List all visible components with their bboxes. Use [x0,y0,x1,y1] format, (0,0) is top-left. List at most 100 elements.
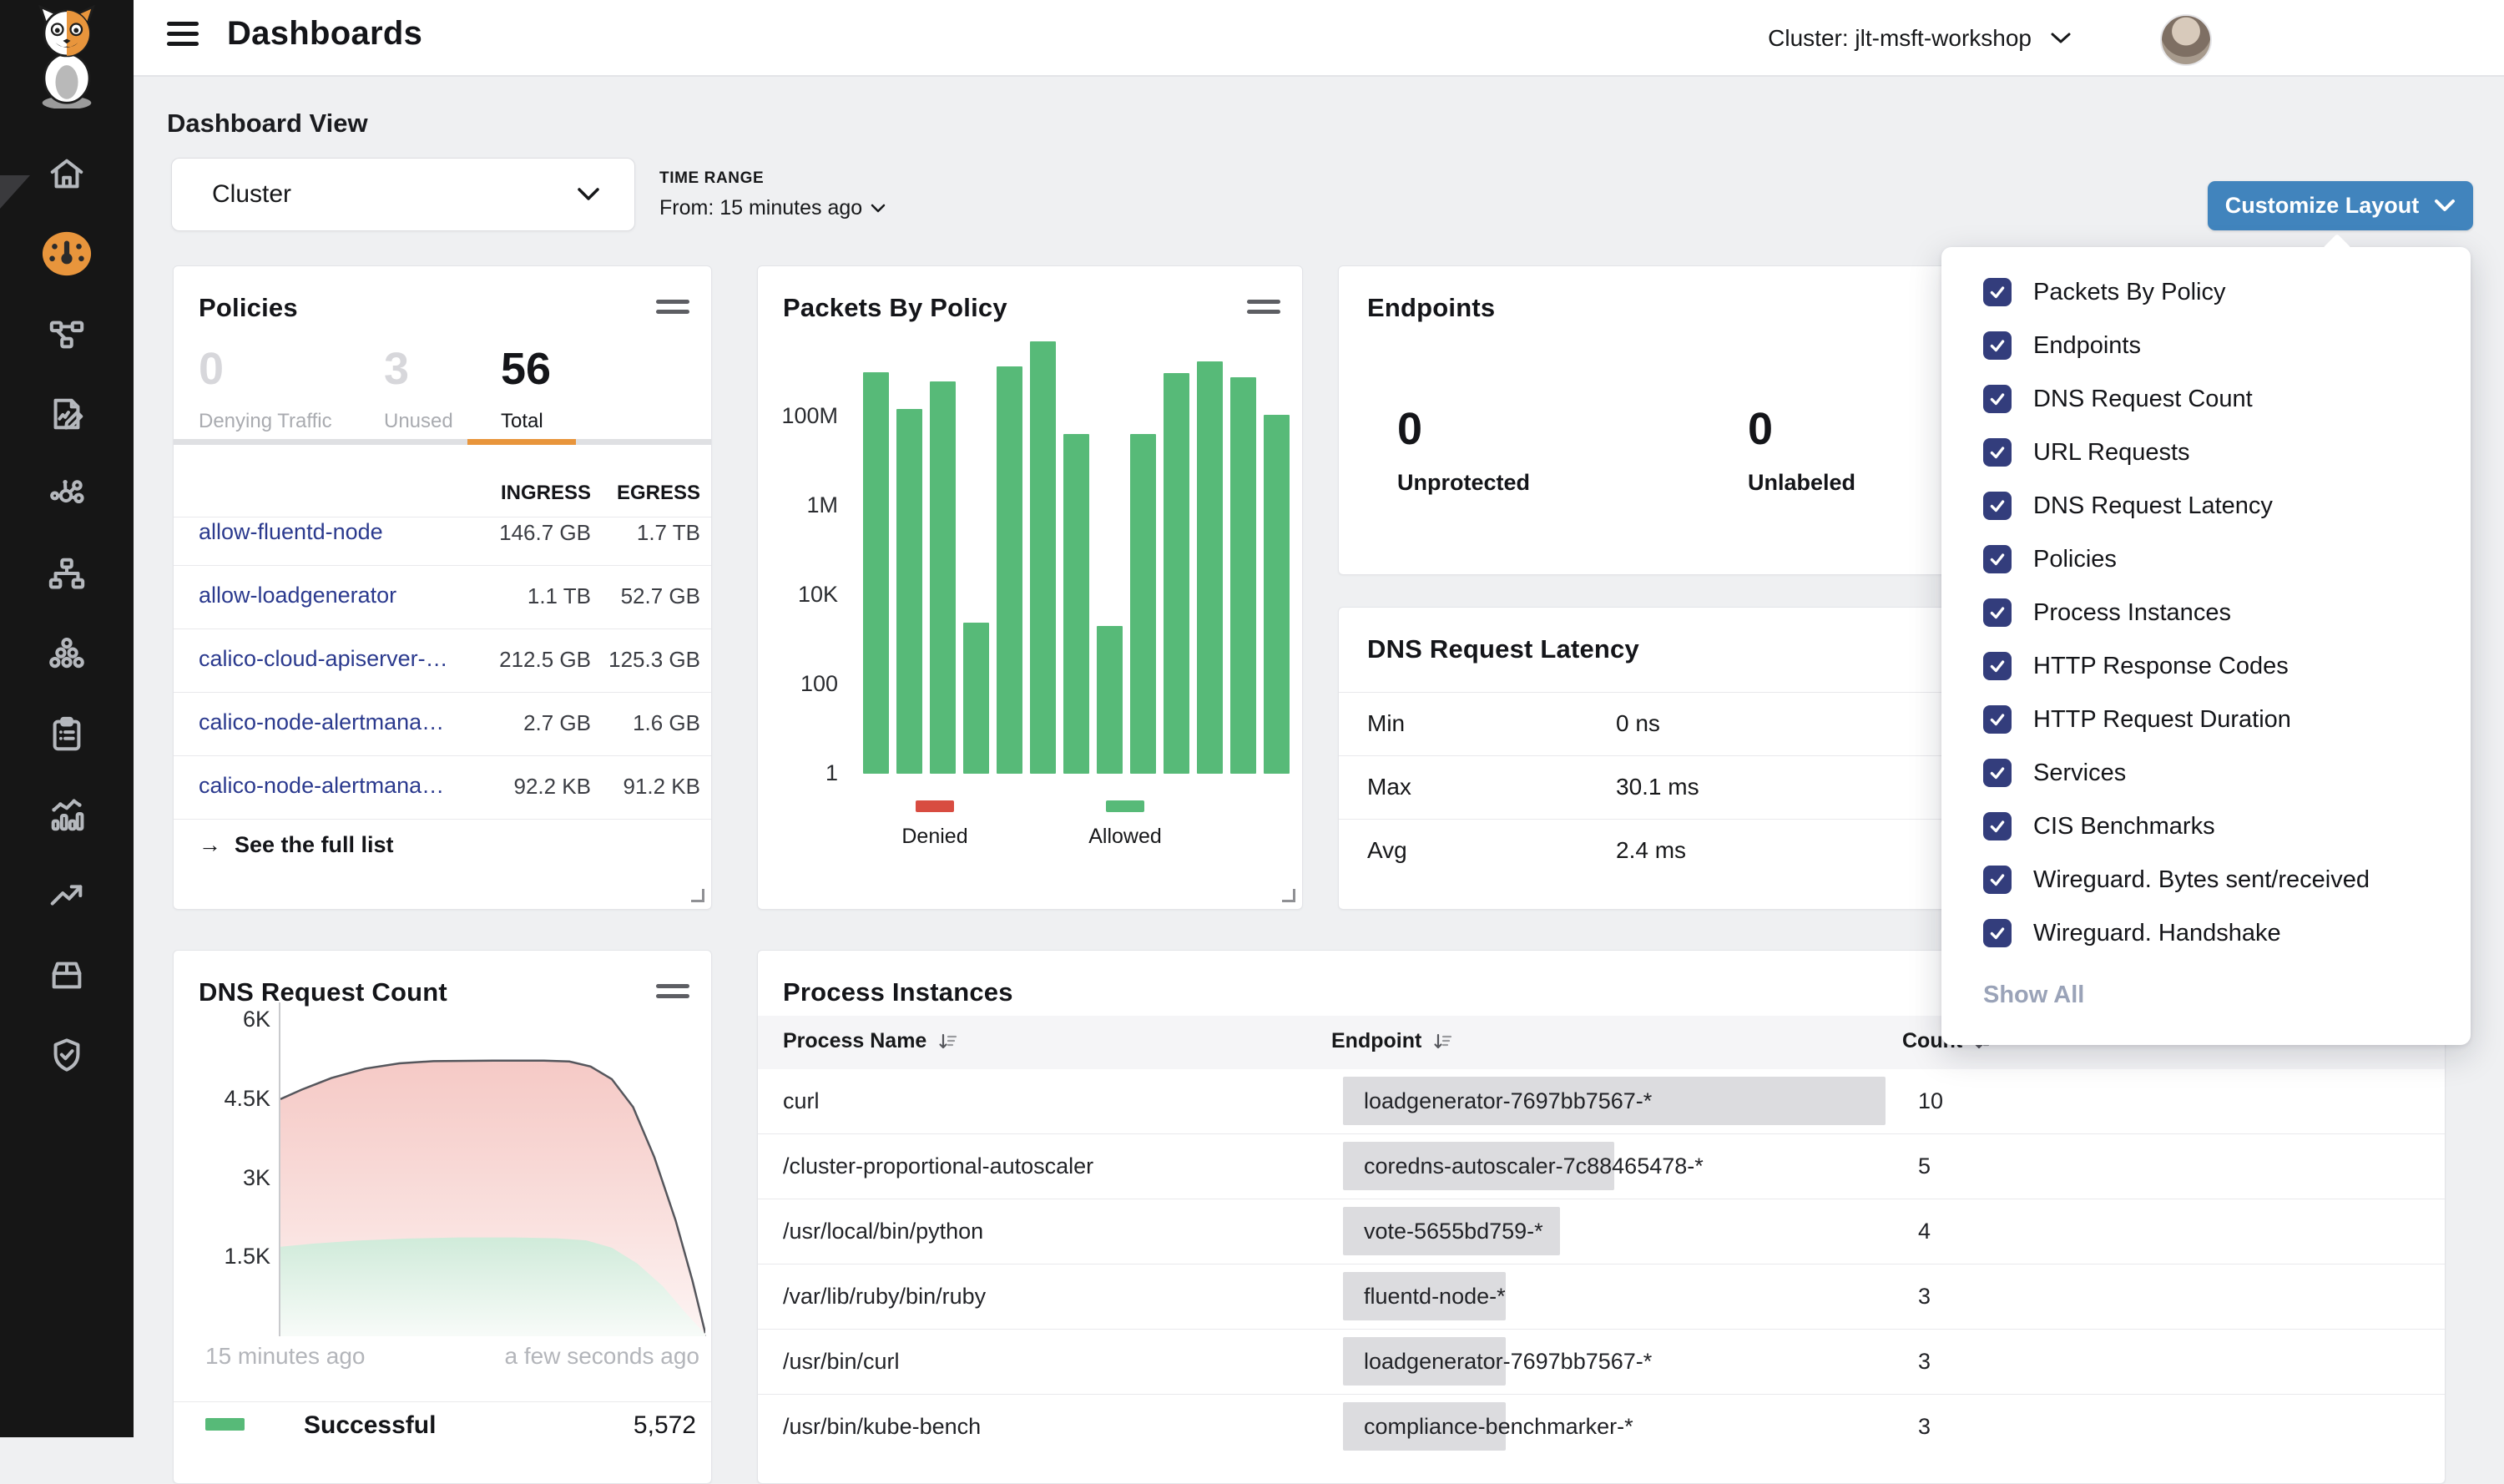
time-range-value[interactable]: From: 15 minutes ago [659,196,886,220]
checkbox-checked-icon[interactable] [1983,438,2012,467]
cluster-selector[interactable]: Cluster: jlt-msft-workshop [1768,20,2072,57]
bar-allowed[interactable] [930,381,956,774]
endpoint-label: vote-5655bd759-* [1364,1219,1543,1244]
customize-menu-item[interactable]: Packets By Policy [1941,265,2471,319]
checkbox-checked-icon[interactable] [1983,278,2012,306]
checkbox-checked-icon[interactable] [1983,919,2012,947]
policy-egress-value: 1.6 GB [550,710,700,736]
y-axis-tick: 6K [190,1007,270,1032]
network-topology-icon [48,315,86,353]
card-title: Endpoints [1367,293,1495,323]
packets-by-policy-card: Packets By Policy 100M1M10K1001 DeniedAl… [757,265,1303,910]
chevron-down-icon [871,204,886,214]
policy-egress-value: 91.2 KB [550,774,700,800]
drag-handle-icon[interactable] [656,984,689,1004]
checkbox-checked-icon[interactable] [1983,331,2012,360]
bar-allowed[interactable] [1030,341,1056,774]
bar-allowed[interactable] [963,623,989,774]
bar-allowed[interactable] [1164,373,1189,774]
policies-stat-total[interactable]: 56 Total [501,346,551,433]
drag-handle-icon[interactable] [1247,300,1280,320]
legend-label: Denied [876,825,993,849]
checkbox-checked-icon[interactable] [1983,705,2012,734]
sidebar-item-report-edit[interactable] [40,387,93,441]
stat-label: Total [501,410,551,433]
customize-menu-item[interactable]: Process Instances [1941,586,2471,639]
checkbox-checked-icon[interactable] [1983,866,2012,894]
bar-allowed[interactable] [1230,377,1256,774]
customize-menu-item[interactable]: Wireguard. Handshake [1941,906,2471,960]
sort-icon[interactable] [1431,1032,1453,1052]
process-name-cell: /cluster-proportional-autoscaler [783,1153,1093,1179]
checkbox-checked-icon[interactable] [1983,545,2012,573]
endpoint-label: compliance-benchmarker-* [1364,1414,1633,1440]
dashboard-view-select[interactable]: Cluster [171,158,635,231]
checkbox-checked-icon[interactable] [1983,385,2012,413]
checkbox-checked-icon[interactable] [1983,492,2012,520]
latency-row-value: 2.4 ms [1616,837,1686,864]
checkbox-checked-icon[interactable] [1983,652,2012,680]
customize-menu-item[interactable]: CIS Benchmarks [1941,800,2471,853]
sidebar-item-dashboard-gauge[interactable] [40,227,93,280]
policy-link[interactable]: calico-node-alertmana… [199,773,444,799]
bar-allowed[interactable] [863,372,889,775]
policy-link[interactable]: calico-cloud-apiserver-… [199,646,448,672]
customize-menu-item[interactable]: DNS Request Count [1941,372,2471,426]
sidebar-item-statistics[interactable] [40,788,93,841]
column-header-egress: EGRESS [575,482,700,505]
bar-allowed[interactable] [1130,434,1156,774]
see-full-list-link[interactable]: → See the full list [199,832,394,858]
sort-icon[interactable] [936,1032,958,1052]
legend-item-allowed[interactable]: Allowed [1067,800,1184,849]
stat-value: 56 [501,346,551,391]
y-axis-tick: 100 [758,671,838,697]
statistics-icon [48,795,86,834]
y-axis-tick: 3K [190,1165,270,1191]
customize-menu-item[interactable]: Wireguard. Bytes sent/received [1941,853,2471,906]
customize-menu-item[interactable]: Services [1941,746,2471,800]
customize-menu-item[interactable]: Endpoints [1941,319,2471,372]
customize-layout-button[interactable]: Customize Layout [2208,181,2473,230]
checkbox-checked-icon[interactable] [1983,759,2012,787]
sidebar-item-home[interactable] [40,147,93,200]
hamburger-menu-icon[interactable] [167,22,200,52]
policies-stat-denying-traffic[interactable]: 0Denying Traffic [199,346,332,433]
endpoint-label: loadgenerator-7697bb7567-* [1364,1088,1652,1114]
show-all-link[interactable]: Show All [1983,982,2471,1009]
checkbox-checked-icon[interactable] [1983,598,2012,627]
user-avatar[interactable] [2160,14,2212,66]
resize-handle-icon[interactable] [1282,889,1295,902]
sidebar-item-shield-check[interactable] [40,1028,93,1082]
drag-handle-icon[interactable] [656,300,689,320]
bar-allowed[interactable] [1063,434,1089,774]
customize-menu-item[interactable]: HTTP Response Codes [1941,639,2471,693]
bar-allowed[interactable] [1264,415,1290,774]
column-header-endpoint[interactable]: Endpoint [1331,1029,1453,1053]
policy-link[interactable]: allow-fluentd-node [199,519,383,545]
customize-menu-item[interactable]: URL Requests [1941,426,2471,479]
policies-stat-unused[interactable]: 3Unused [384,346,453,433]
bar-allowed[interactable] [896,409,922,774]
column-header-process-name[interactable]: Process Name [783,1029,958,1053]
policy-link[interactable]: allow-loadgenerator [199,583,396,608]
sidebar-item-sitemap[interactable] [40,548,93,601]
stat-value: 3 [384,346,453,391]
bar-allowed[interactable] [1097,626,1123,774]
sidebar-item-compliance-clipboard[interactable] [40,708,93,761]
policy-link[interactable]: calico-node-alertmana… [199,709,444,735]
stats-divider [174,439,711,445]
sidebar-item-workload-cluster[interactable] [40,628,93,681]
sidebar-item-service-graph[interactable] [40,467,93,521]
sidebar-item-trending-up[interactable] [40,868,93,921]
sidebar-item-network-topology[interactable] [40,307,93,361]
sidebar-item-package[interactable] [40,948,93,1002]
customize-menu-item[interactable]: HTTP Request Duration [1941,693,2471,746]
customize-menu-item[interactable]: Policies [1941,533,2471,586]
customize-menu-item[interactable]: DNS Request Latency [1941,479,2471,533]
bar-allowed[interactable] [1197,361,1223,774]
checkbox-checked-icon[interactable] [1983,812,2012,840]
bar-allowed[interactable] [997,366,1022,774]
legend-item-denied[interactable]: Denied [876,800,993,849]
resize-handle-icon[interactable] [691,889,704,902]
trending-up-icon [48,876,86,914]
